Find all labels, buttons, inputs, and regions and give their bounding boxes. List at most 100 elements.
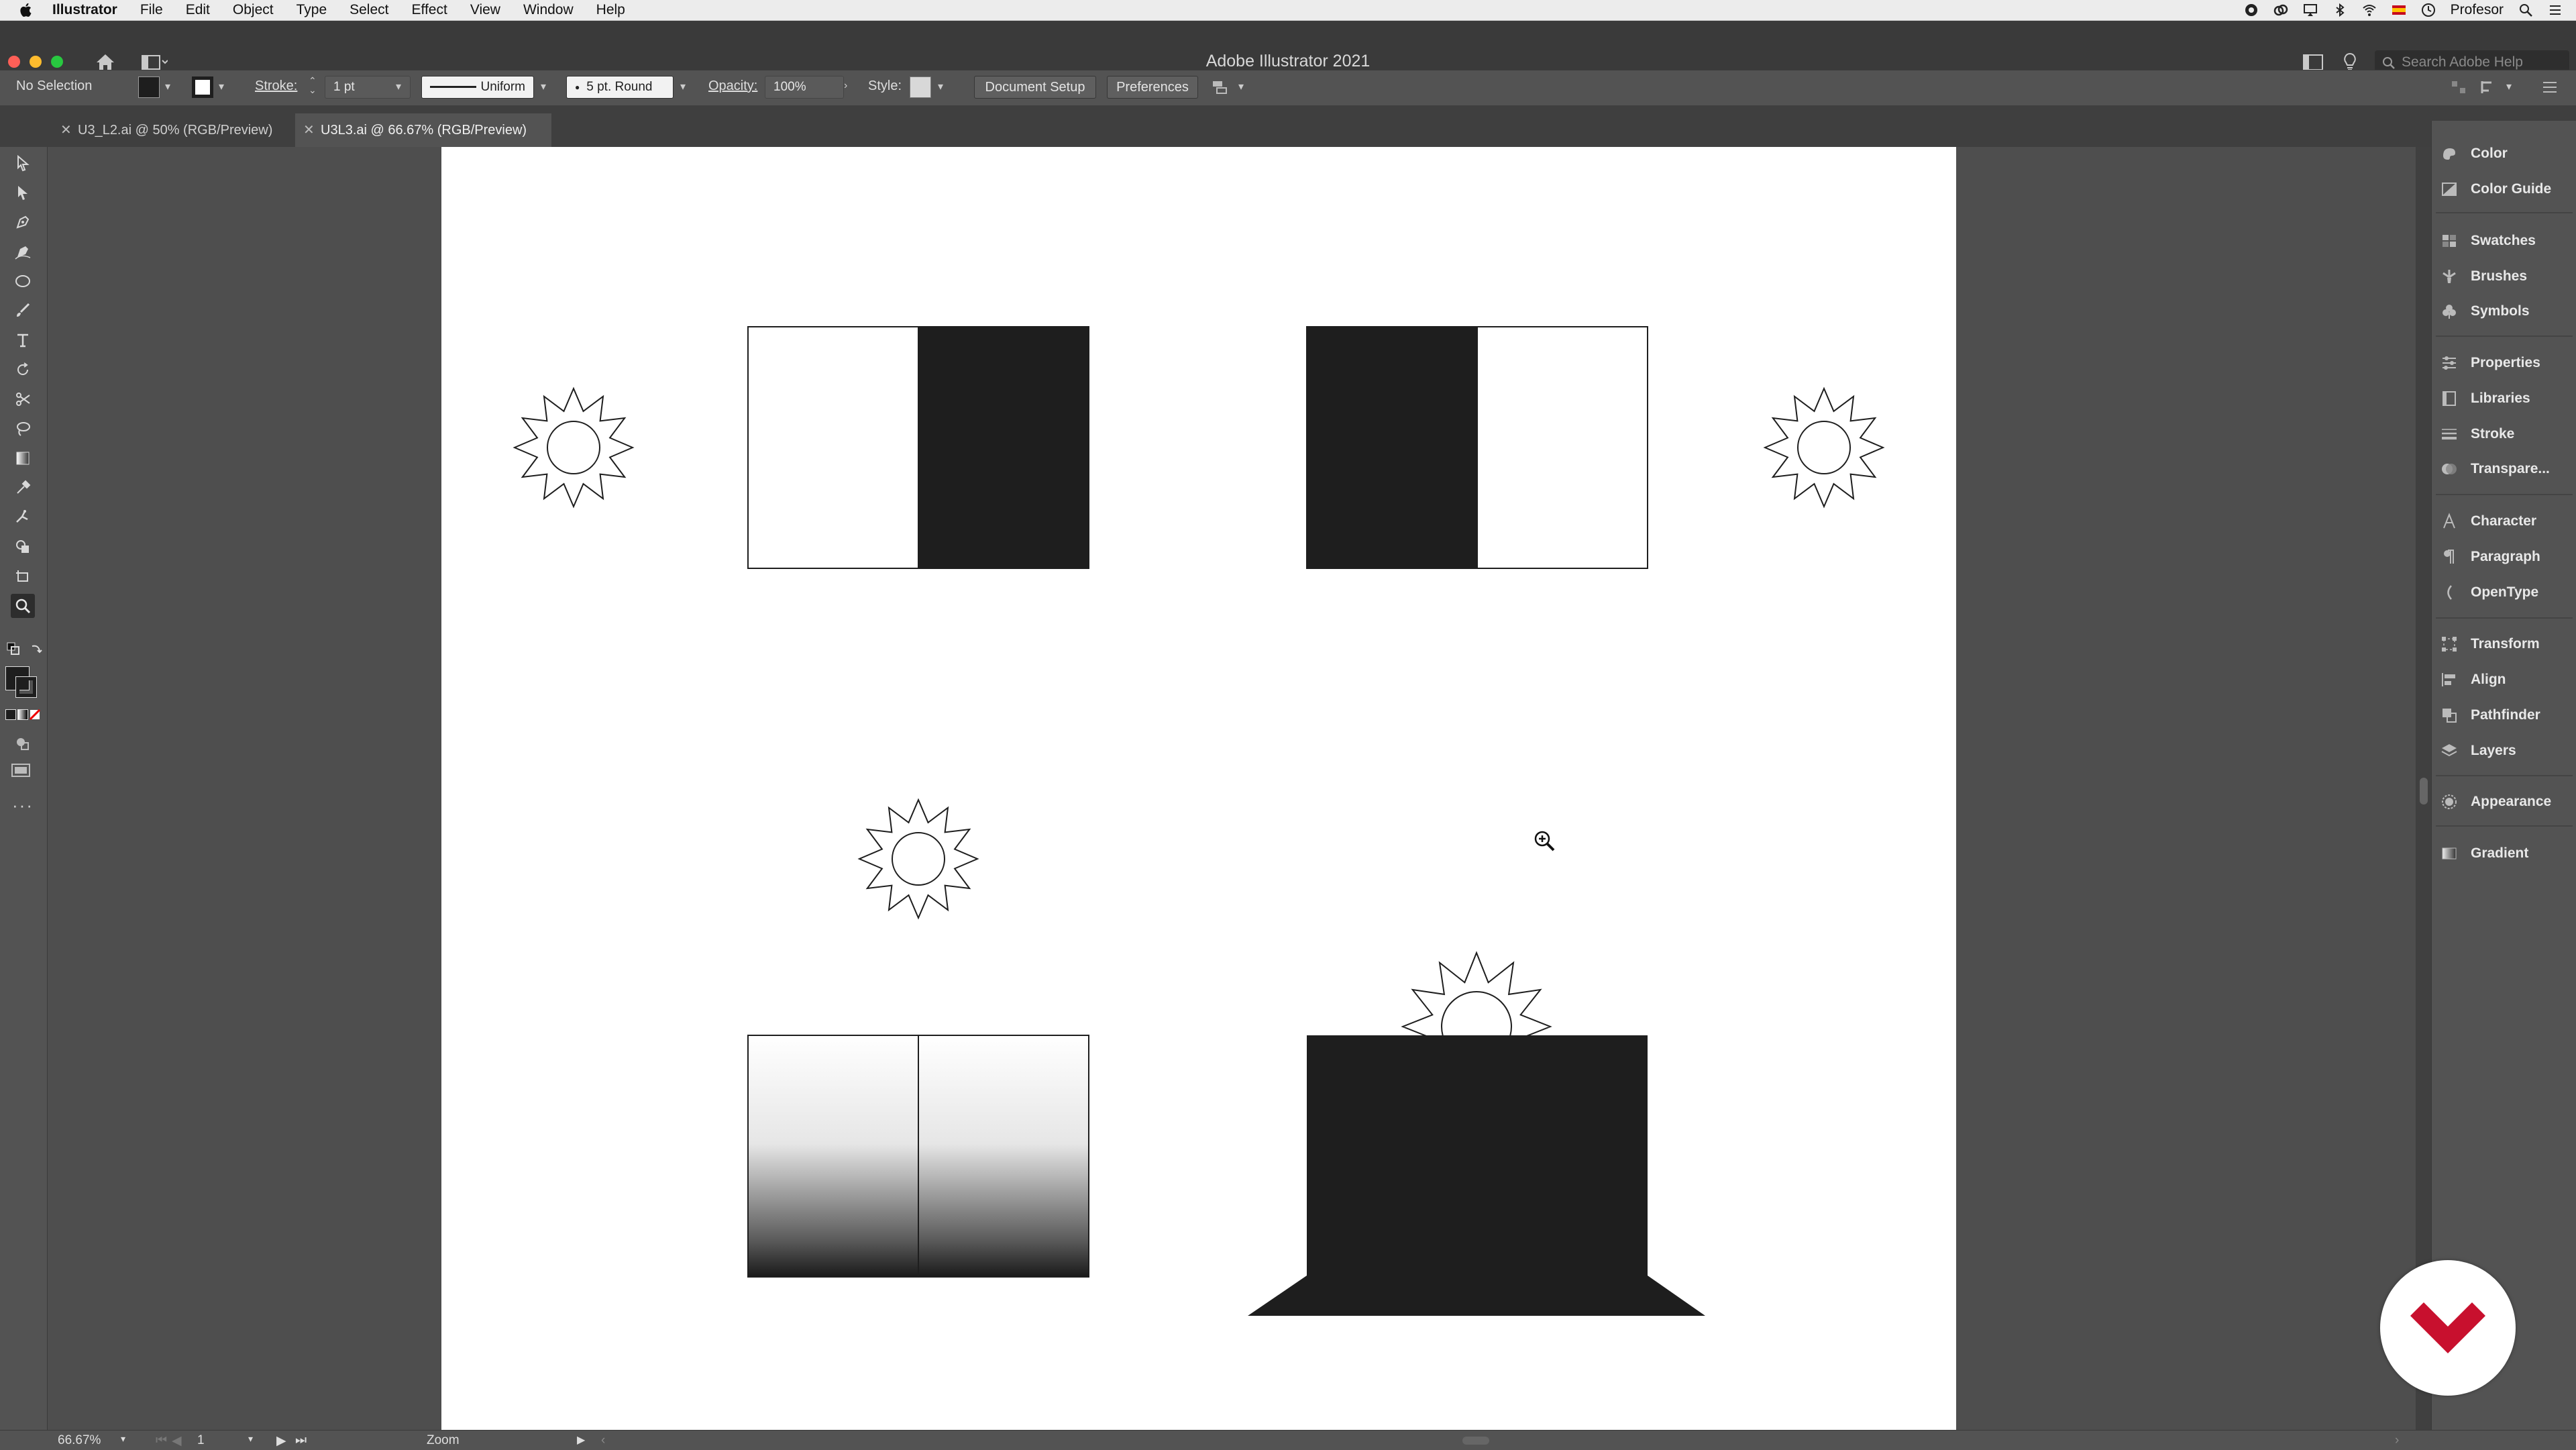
document-setup-button[interactable]: Document Setup (974, 76, 1096, 99)
menu-view[interactable]: View (470, 2, 500, 18)
panel-brushes[interactable]: Brushes (2438, 260, 2527, 293)
menu-type[interactable]: Type (297, 2, 327, 18)
stroke-weight-chevron-icon[interactable]: ▾ (396, 80, 408, 93)
screen-mode-icon[interactable] (11, 762, 34, 779)
panel-color[interactable]: Color (2438, 137, 2508, 170)
spotlight-search-icon[interactable] (2518, 3, 2533, 17)
opacity-field[interactable]: 100% (765, 76, 844, 99)
gradient-tool[interactable] (11, 446, 35, 470)
panel-libraries[interactable]: Libraries (2438, 382, 2530, 415)
spain-flag-icon[interactable] (2392, 3, 2406, 17)
panel-swatches[interactable]: Swatches (2438, 224, 2536, 258)
brush-chevron-icon[interactable]: ▾ (680, 80, 692, 93)
last-artboard-icon[interactable]: ⏭ (295, 1433, 307, 1448)
style-chevron-icon[interactable]: ▾ (938, 80, 950, 93)
discover-lightbulb-icon[interactable] (2341, 52, 2359, 72)
brush-definition-dropdown[interactable]: ● 5 pt. Round (566, 76, 674, 99)
menu-window[interactable]: Window (523, 2, 574, 18)
vertical-scrollbar[interactable] (2416, 147, 2432, 1430)
artboard[interactable] (441, 147, 1956, 1430)
artboard-dropdown-chevron-icon[interactable]: ▾ (248, 1433, 253, 1445)
none-mode-icon[interactable] (30, 709, 40, 720)
menu-edit[interactable]: Edit (186, 2, 210, 18)
stroke-dropdown-chevron-icon[interactable]: ▾ (219, 80, 231, 93)
box-gradient[interactable] (747, 1035, 1089, 1278)
scroll-right-icon[interactable]: › (2395, 1433, 2399, 1448)
box-black-white[interactable] (1306, 326, 1648, 569)
close-tab-icon[interactable]: ✕ (60, 121, 72, 138)
bluetooth-icon[interactable] (2332, 3, 2347, 17)
transform-options-icon[interactable] (2479, 79, 2500, 96)
arrange-options-icon[interactable] (1212, 79, 1230, 96)
panel-opentype[interactable]: OpenType (2438, 576, 2538, 609)
sun-shape-middle[interactable] (857, 798, 979, 920)
menu-select[interactable]: Select (350, 2, 388, 18)
edit-toolbar-more-icon[interactable]: ··· (12, 795, 34, 816)
ellipse-tool[interactable] (11, 269, 35, 293)
lasso-tool[interactable] (11, 417, 35, 441)
gradient-mode-button[interactable] (17, 709, 28, 720)
record-icon[interactable] (2244, 3, 2259, 17)
variable-width-profile-dropdown[interactable]: Uniform (421, 76, 534, 99)
horizontal-scroll-thumb[interactable] (1462, 1437, 1489, 1445)
screen-mirroring-icon[interactable] (2303, 3, 2318, 17)
panel-gradient[interactable]: Gradient (2438, 837, 2528, 870)
notification-center-icon[interactable] (2548, 3, 2563, 17)
sun-shape-top-right[interactable] (1763, 386, 1885, 509)
graphic-style-swatch[interactable] (910, 76, 931, 98)
scroll-left-icon[interactable]: ‹ (601, 1433, 605, 1448)
panel-paragraph[interactable]: Paragraph (2438, 540, 2540, 574)
selection-tool[interactable] (11, 151, 35, 175)
black-stage-shape[interactable] (1248, 1035, 1705, 1316)
zoom-dropdown-chevron-icon[interactable]: ▾ (121, 1433, 125, 1445)
swap-colors-icon[interactable] (30, 642, 43, 656)
shape-builder-tool[interactable] (11, 535, 35, 559)
app-menu[interactable]: Illustrator (52, 2, 117, 18)
zoom-level[interactable]: 66.67% (58, 1433, 101, 1448)
previous-artboard-icon[interactable]: ◀ (172, 1433, 182, 1449)
panel-align[interactable]: Align (2438, 663, 2506, 696)
eyedropper-tool[interactable] (11, 476, 35, 500)
stroke-profile-chevron-icon[interactable]: ▾ (541, 80, 553, 93)
rotate-tool[interactable] (11, 358, 35, 382)
menu-object[interactable]: Object (233, 2, 274, 18)
first-artboard-icon[interactable]: ⏮ (156, 1433, 167, 1448)
next-artboard-icon[interactable]: ▶ (276, 1433, 286, 1449)
stroke-swatch[interactable] (192, 76, 213, 98)
preferences-button[interactable]: Preferences (1107, 76, 1198, 99)
menu-file[interactable]: File (140, 2, 163, 18)
menu-help[interactable]: Help (596, 2, 625, 18)
align-options-icon[interactable] (2450, 79, 2467, 96)
panel-stroke[interactable]: Stroke (2438, 417, 2514, 451)
canvas-area[interactable] (48, 147, 2432, 1430)
close-tab-icon[interactable]: ✕ (303, 121, 315, 138)
menu-effect[interactable]: Effect (412, 2, 447, 18)
panel-character[interactable]: Character (2438, 505, 2536, 538)
direct-selection-tool[interactable] (11, 180, 35, 205)
wifi-icon[interactable] (2362, 3, 2377, 17)
stroke-color-box[interactable] (15, 676, 37, 698)
panel-transform[interactable]: Transform (2438, 627, 2540, 661)
control-panel-menu-icon[interactable] (2541, 80, 2559, 95)
tab-u3l3[interactable]: ✕ U3L3.ai @ 66.67% (RGB/Preview) (295, 113, 551, 147)
color-mode-button[interactable] (5, 709, 16, 720)
fill-swatch[interactable] (138, 76, 160, 98)
scissors-tool[interactable] (11, 387, 35, 411)
vertical-scroll-thumb[interactable] (2420, 778, 2428, 805)
panel-layers[interactable]: Layers (2438, 734, 2516, 768)
tab-u3-l2[interactable]: ✕ U3_L2.ai @ 50% (RGB/Preview) (52, 113, 294, 147)
curvature-tool[interactable] (11, 240, 35, 264)
panel-properties[interactable]: Properties (2438, 346, 2540, 380)
user-name[interactable]: Profesor (2451, 2, 2504, 18)
status-menu-arrow-icon[interactable]: ▶ (577, 1433, 585, 1447)
opacity-expand-chevron-icon[interactable]: › (844, 80, 856, 92)
default-colors-icon[interactable] (7, 642, 20, 656)
pen-tool[interactable] (11, 210, 35, 234)
opacity-label[interactable]: Opacity: (708, 79, 757, 94)
transform-options-chevron-icon[interactable]: ▾ (2506, 80, 2518, 93)
arrange-options-chevron-icon[interactable]: ▾ (1238, 80, 1250, 93)
type-tool[interactable] (11, 328, 35, 352)
artboard-tool[interactable] (11, 564, 35, 588)
clock-icon[interactable] (2421, 3, 2436, 17)
stroke-label[interactable]: Stroke: (255, 79, 297, 94)
